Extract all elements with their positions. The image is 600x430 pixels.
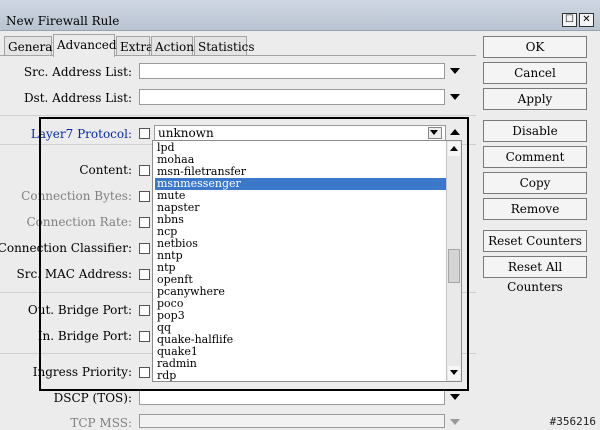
dscp-tos-field[interactable] [139,389,445,405]
layer7-negate-checkbox[interactable] [139,128,150,139]
window-title: New Firewall Rule [6,14,120,28]
in-bridge-port-label: In. Bridge Port: [37,329,132,343]
scroll-down-button[interactable] [448,366,460,380]
per-connection-classifier-checkbox[interactable] [139,243,150,254]
disable-button[interactable]: Disable [483,120,587,142]
chevron-up-icon[interactable] [450,129,460,135]
dropdown-option[interactable]: quake-halflife [155,334,446,346]
dropdown-option[interactable]: nntp [155,250,446,262]
scrollbar[interactable] [446,141,461,381]
chevron-down-icon[interactable] [450,68,460,74]
dropdown-option[interactable]: lpd [155,142,446,154]
dropdown-option[interactable]: pcanywhere [155,286,446,298]
reset-all-counters-button[interactable]: Reset All Counters [483,256,587,294]
dropdown-option[interactable]: napster [155,202,446,214]
chevron-down-icon [430,130,438,135]
src-mac-address-checkbox[interactable] [139,269,150,280]
dropdown-option[interactable]: quake1 [155,346,446,358]
src-address-list-field[interactable] [139,63,445,79]
tcp-mss-label: TCP MSS: [70,416,132,430]
chevron-down-icon [450,370,458,375]
connection-rate-label: Connection Rate: [26,215,132,229]
out-bridge-port-checkbox[interactable] [139,305,150,316]
scroll-up-button[interactable] [448,142,460,156]
src-address-list-label: Src. Address List: [23,65,132,79]
tab-general[interactable]: General [4,36,56,56]
dropdown-option[interactable]: msnmessenger [155,178,446,190]
dropdown-option[interactable]: ntp [155,262,446,274]
layer7-protocol-dropdown[interactable]: lpd mohaa msn-filetransfer msnmessenger mute… [152,140,462,382]
dscp-tos-label: DSCP (TOS): [53,391,132,405]
dst-address-list-field[interactable] [139,89,445,105]
dropdown-toggle-button[interactable] [428,127,442,139]
dropdown-option[interactable]: poco [155,298,446,310]
scroll-thumb[interactable] [448,249,460,283]
layer7-protocol-select[interactable]: unknown [154,125,446,141]
dropdown-option[interactable]: radmin [155,358,446,370]
dst-address-list-label: Dst. Address List: [23,91,132,105]
out-bridge-port-label: Out. Bridge Port: [27,303,132,317]
dropdown-option[interactable]: ncp [155,226,446,238]
chevron-up-icon [450,146,458,151]
dropdown-option[interactable]: pop3 [155,310,446,322]
connection-bytes-checkbox[interactable] [139,191,150,202]
dropdown-option[interactable]: rdp [155,370,446,381]
title-bar: New Firewall Rule ☐ ✕ [0,0,600,31]
apply-button[interactable]: Apply [483,88,587,110]
ok-button[interactable]: OK [483,36,587,58]
close-icon[interactable]: ✕ [579,13,594,27]
maximize-icon[interactable]: ☐ [562,13,577,27]
content-label: Content: [79,163,132,177]
dropdown-option[interactable]: netbios [155,238,446,250]
watermark: #356216 [549,415,596,428]
content-checkbox[interactable] [139,165,150,176]
tab-advanced[interactable]: Advanced [53,34,117,57]
tab-extra[interactable]: Extra [116,36,153,56]
in-bridge-port-checkbox[interactable] [139,331,150,342]
copy-button[interactable]: Copy [483,172,587,194]
tcp-mss-field[interactable] [139,414,445,428]
chevron-down-icon[interactable] [450,94,460,100]
ingress-priority-label: Ingress Priority: [32,365,132,379]
tab-statistics[interactable]: Statistics [194,36,255,56]
layer7-protocol-label: Layer7 Protocol: [30,127,132,141]
tab-action[interactable]: Action [151,36,194,56]
connection-rate-checkbox[interactable] [139,217,150,228]
reset-counters-button[interactable]: Reset Counters [483,230,587,252]
remove-button[interactable]: Remove [483,198,587,220]
chevron-down-icon[interactable] [450,419,460,425]
connection-bytes-label: Connection Bytes: [21,189,132,203]
dropdown-option[interactable]: nbns [155,214,446,226]
divider [0,115,476,116]
per-connection-classifier-label: Per Connection Classifier: [0,241,132,255]
src-mac-address-label: Src. MAC Address: [16,267,132,281]
cancel-button[interactable]: Cancel [483,62,587,84]
ingress-priority-checkbox[interactable] [139,367,150,378]
chevron-down-icon[interactable] [450,394,460,400]
comment-button[interactable]: Comment [483,146,587,168]
layer7-protocol-value: unknown [158,126,214,140]
